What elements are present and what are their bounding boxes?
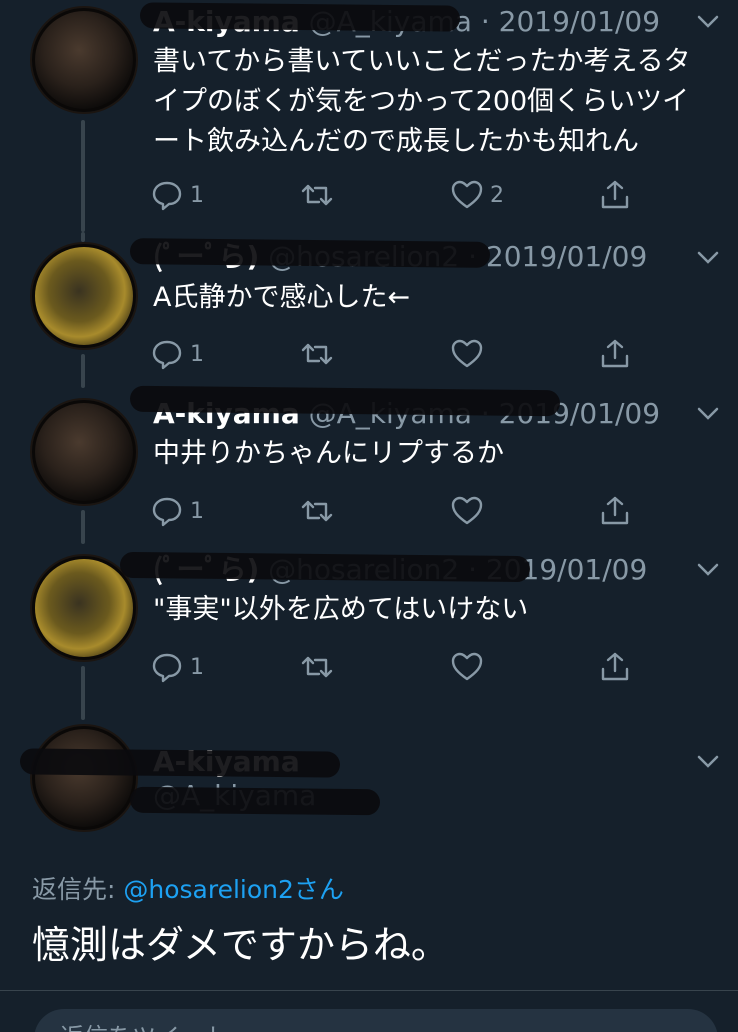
thread-line [81,666,85,720]
tweet-text-line: 書いてから書いていいことだったか考えるタ [153,46,691,77]
tweet[interactable]: A-kiyama @A_kiyama · 2019/01/09 中井りかちゃんに… [0,385,738,544]
redaction-mark [129,385,561,417]
like-icon [451,652,483,681]
focused-tweet-text: 憶測はダメですからね。 [32,923,449,967]
retweet-icon [301,656,333,678]
reply-to-label: 返信先: [32,875,124,904]
share-button[interactable] [598,491,632,531]
tweet-text: "事実"以外を広めてはいけない [153,590,723,630]
tweet-text: A氏静かで感心した← [153,278,723,318]
like-button[interactable] [450,491,490,531]
thread-line [81,354,85,388]
like-button[interactable] [450,647,490,687]
chevron-down-icon[interactable] [694,556,722,584]
avatar[interactable] [32,726,136,830]
tweet-text-line: イプのぼくが気をつかって200個くらいツイ [153,86,690,117]
redaction-mark [139,2,461,32]
avatar[interactable] [32,244,136,348]
reply-icon [152,653,182,683]
tweet-text-line: ート飲み込んだので成長したかも知れん [153,126,639,157]
tweet-actions: 1 [150,334,640,374]
avatar[interactable] [32,8,136,112]
thread-line [81,120,85,232]
share-button[interactable] [598,175,632,215]
avatar[interactable] [32,556,136,660]
redaction-mark [19,748,341,778]
tweet[interactable]: A-kiyama @A_kiyama · 2019/01/09 書いてから書いて… [0,0,738,232]
retweet-button[interactable] [300,334,334,374]
retweet-icon [301,343,333,365]
share-button[interactable] [598,334,632,374]
reply-count: 1 [190,654,204,680]
like-icon [451,339,483,368]
reply-button[interactable]: 1 [150,175,204,215]
reply-compose-bar: 返信をツイート [0,990,738,1032]
tweet-text-line: 中井りかちゃんにリプするか [153,438,504,469]
share-icon [601,496,629,525]
tweet[interactable]: (ﾟーﾟら) @hosarelion2 · 2019/01/09 "事実"以外を… [0,544,738,720]
reply-count: 1 [190,341,204,367]
retweet-button[interactable] [300,491,334,531]
reply-button[interactable]: 1 [150,491,204,531]
share-icon [601,339,629,368]
tweet-actions: 1 2 [150,175,640,215]
reply-button[interactable]: 1 [150,647,204,687]
tweet-actions: 1 [150,647,640,687]
like-count: 2 [490,182,504,208]
share-icon [601,652,629,681]
separator: · [480,5,490,38]
share-button[interactable] [598,647,632,687]
reply-icon [152,340,182,370]
reply-input[interactable]: 返信をツイート [34,1009,718,1032]
like-button[interactable]: 2 [450,175,504,215]
retweet-icon [301,500,333,522]
chevron-down-icon[interactable] [694,400,722,428]
thread-line [81,232,85,242]
thread-line [81,510,85,544]
reply-to-mention[interactable]: @hosarelion2さん [123,875,344,904]
tweet-text-line: "事実"以外を広めてはいけない [153,594,529,625]
redaction-mark [129,238,491,268]
retweet-button[interactable] [300,647,334,687]
redaction-mark [119,551,531,583]
tweet[interactable]: (ﾟーﾟら) @hosarelion2 · 2019/01/09 A氏静かで感心… [0,232,738,388]
reply-count: 1 [190,182,204,208]
retweet-icon [301,184,333,206]
tweet-text: 中井りかちゃんにリプするか [153,434,723,474]
tweet-actions: 1 [150,491,640,531]
reply-icon [152,497,182,527]
timestamp[interactable]: 2019/01/09 [486,240,647,273]
like-icon [451,180,483,209]
reply-count: 1 [190,498,204,524]
chevron-down-icon[interactable] [694,8,722,36]
avatar[interactable] [32,400,136,504]
like-button[interactable] [450,334,490,374]
reply-to-line: 返信先: @hosarelion2さん [32,870,344,906]
tweet-text: 書いてから書いていいことだったか考えるタ イプのぼくが気をつかって200個くらい… [153,42,723,162]
timestamp[interactable]: 2019/01/09 [499,5,660,38]
reply-button[interactable]: 1 [150,334,204,374]
retweet-button[interactable] [300,175,334,215]
chevron-down-icon[interactable] [694,244,722,272]
reply-icon [152,181,182,211]
like-icon [451,496,483,525]
reply-placeholder: 返信をツイート [60,1017,228,1032]
tweet-text-line: A氏静かで感心した← [153,282,411,313]
share-icon [601,180,629,209]
chevron-down-icon[interactable] [694,748,722,776]
redaction-mark [129,786,381,816]
